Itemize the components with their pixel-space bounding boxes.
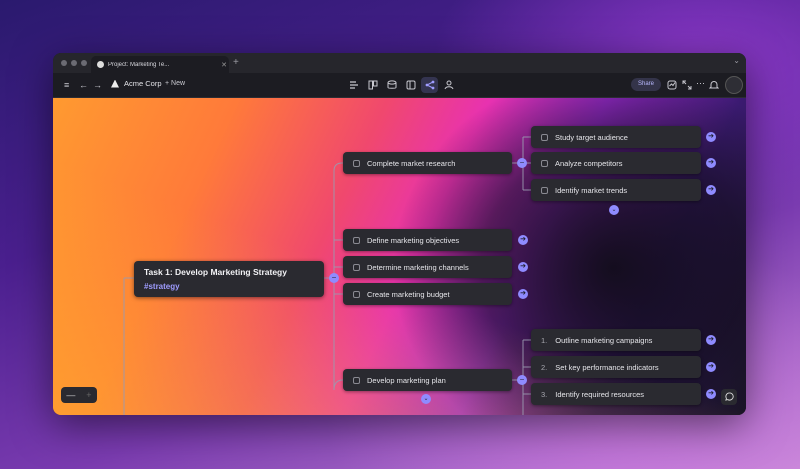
task-checkbox[interactable] — [541, 133, 548, 141]
expand-down-icon[interactable]: ⌄ — [421, 394, 431, 404]
team-view-icon[interactable] — [444, 80, 454, 90]
workspace-switcher[interactable]: Acme Corp — [111, 79, 162, 88]
activity-icon[interactable] — [667, 80, 677, 90]
task-checkbox[interactable] — [353, 263, 360, 271]
task-checkbox[interactable] — [353, 290, 360, 298]
task-checkbox[interactable] — [541, 186, 548, 194]
root-collapse-button[interactable]: − — [329, 273, 339, 283]
node-label: Identify market trends — [555, 185, 628, 195]
expand-arrow-icon[interactable]: ➔ — [518, 262, 528, 272]
forward-icon[interactable]: → — [93, 79, 102, 91]
mindmap-view-icon — [425, 80, 435, 90]
node-label: Identify required resources — [555, 389, 645, 399]
expand-arrow-icon[interactable]: ➔ — [706, 132, 716, 142]
more-options-icon[interactable]: ⋯ — [696, 77, 705, 89]
node-label: Determine marketing channels — [367, 262, 469, 272]
app-favicon-icon — [97, 61, 104, 68]
zoom-in-button[interactable]: + — [86, 390, 91, 400]
sidebar-toggle-icon[interactable]: ≡ — [64, 79, 69, 91]
expand-icon[interactable] — [682, 80, 692, 90]
task-checkbox[interactable] — [353, 159, 360, 167]
branch-node-budget[interactable]: Create marketing budget — [343, 283, 512, 305]
tab-bar: Project: Marketing Te... ✕ + ⌄ — [53, 53, 746, 73]
node-label: Analyze competitors — [555, 158, 623, 168]
list-view-icon[interactable] — [349, 80, 359, 90]
expand-arrow-icon[interactable]: ➔ — [518, 235, 528, 245]
chat-bubble-icon[interactable] — [721, 389, 737, 405]
item-number: 3. — [541, 389, 548, 399]
minimize-window-dot[interactable] — [71, 60, 77, 66]
tab-project[interactable]: Project: Marketing Te... ✕ — [91, 56, 229, 73]
collapse-plan-button[interactable]: − — [517, 375, 527, 385]
root-tag[interactable]: #strategy — [144, 282, 314, 291]
expand-arrow-icon[interactable]: ➔ — [706, 362, 716, 372]
expand-arrow-icon[interactable]: ➔ — [706, 335, 716, 345]
node-label: Study target audience — [555, 132, 628, 142]
node-label: Outline marketing campaigns — [555, 335, 653, 345]
branch-node-channels[interactable]: Determine marketing channels — [343, 256, 512, 278]
notifications-icon[interactable] — [709, 80, 719, 90]
task-checkbox[interactable] — [353, 236, 360, 244]
database-view-icon[interactable] — [387, 80, 397, 90]
node-label: Create marketing budget — [367, 289, 450, 299]
toolbar: ≡ ← → Acme Corp + New Share ⋯ — [53, 73, 746, 98]
node-label: Set key performance indicators — [555, 362, 659, 372]
board-view-icon[interactable] — [368, 80, 378, 90]
item-number: 1. — [541, 335, 548, 345]
chat-glyph-icon — [724, 392, 734, 401]
share-button[interactable]: Share — [631, 78, 661, 91]
new-button[interactable]: + New — [165, 80, 185, 87]
root-title: Task 1: Develop Marketing Strategy — [144, 267, 287, 277]
mindmap-canvas[interactable]: Task 1: Develop Marketing Strategy #stra… — [53, 98, 746, 415]
child-node-resources[interactable]: 3. Identify required resources — [531, 383, 701, 405]
close-tab-icon[interactable]: ✕ — [219, 61, 229, 69]
child-node-competitors[interactable]: Analyze competitors — [531, 152, 701, 174]
child-node-kpis[interactable]: 2. Set key performance indicators — [531, 356, 701, 378]
mindmap-view-tab[interactable] — [421, 77, 438, 93]
task-checkbox[interactable] — [541, 159, 548, 167]
new-tab-button[interactable]: + — [233, 57, 239, 68]
expand-down-icon[interactable]: ⌄ — [609, 205, 619, 215]
panel-view-icon[interactable] — [406, 80, 416, 90]
workspace-logo-icon — [111, 79, 119, 88]
close-window-dot[interactable] — [61, 60, 67, 66]
branch-node-plan[interactable]: Develop marketing plan — [343, 369, 512, 391]
child-node-campaigns[interactable]: 1. Outline marketing campaigns — [531, 329, 701, 351]
branch-node-market-research[interactable]: Complete market research — [343, 152, 512, 174]
child-node-trends[interactable]: Identify market trends — [531, 179, 701, 201]
root-node[interactable]: Task 1: Develop Marketing Strategy #stra… — [134, 261, 324, 297]
expand-arrow-icon[interactable]: ➔ — [518, 289, 528, 299]
item-number: 2. — [541, 362, 548, 372]
branch-node-objectives[interactable]: Define marketing objectives — [343, 229, 512, 251]
maximize-window-dot[interactable] — [81, 60, 87, 66]
tab-list-chevron-icon[interactable]: ⌄ — [733, 56, 740, 65]
collapse-research-button[interactable]: − — [517, 158, 527, 168]
app-window: Project: Marketing Te... ✕ + ⌄ ≡ ← → Acm… — [53, 53, 746, 415]
expand-arrow-icon[interactable]: ➔ — [706, 185, 716, 195]
back-icon[interactable]: ← — [79, 79, 88, 91]
expand-arrow-icon[interactable]: ➔ — [706, 158, 716, 168]
workspace-name: Acme Corp — [124, 79, 162, 88]
node-label: Define marketing objectives — [367, 235, 460, 245]
zoom-controls: — + — [61, 387, 97, 403]
child-node-audience[interactable]: Study target audience — [531, 126, 701, 148]
task-checkbox[interactable] — [353, 376, 360, 384]
user-avatar[interactable] — [725, 76, 743, 94]
zoom-out-button[interactable]: — — [66, 390, 75, 400]
expand-arrow-icon[interactable]: ➔ — [706, 389, 716, 399]
node-label: Develop marketing plan — [367, 375, 446, 385]
node-label: Complete market research — [367, 158, 456, 168]
tab-title: Project: Marketing Te... — [108, 61, 170, 68]
